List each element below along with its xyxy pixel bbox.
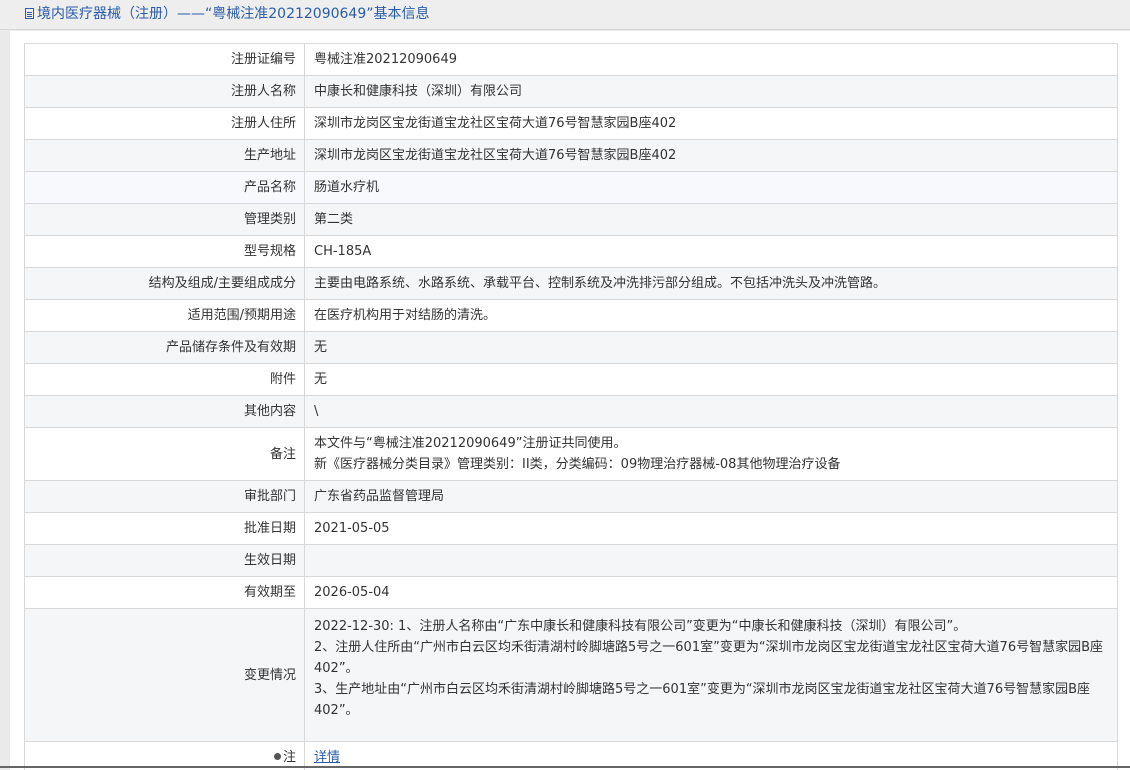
row-value: 2022-12-30: 1、注册人名称由“广东中康长和健康科技有限公司”变更为“… (304, 608, 1118, 742)
row-label: 变更情况 (24, 608, 305, 742)
row-value: 粤械注准20212090649 (304, 43, 1118, 76)
page-title-text: 境内医疗器械（注册）——“粤械注准20212090649”基本信息 (37, 6, 430, 22)
details-link[interactable]: 详情 (314, 750, 340, 765)
row-label: 结构及组成/主要组成成分 (24, 267, 305, 300)
row-value (304, 544, 1118, 577)
table-row-attachment: 附件 无 (24, 363, 1118, 396)
table-row-approval-dept: 审批部门 广东省药品监督管理局 (24, 480, 1118, 513)
row-value: 2021-05-05 (304, 512, 1118, 545)
table-row-registrant-name: 注册人名称 中康长和健康科技（深圳）有限公司 (24, 75, 1118, 108)
page-title: 境内医疗器械（注册）——“粤械注准20212090649”基本信息 (25, 5, 429, 23)
row-label: 有效期至 (24, 576, 305, 609)
row-value: 无 (304, 331, 1118, 364)
row-label: 产品名称 (24, 171, 305, 204)
info-panel: 注册证编号 粤械注准20212090649 注册人名称 中康长和健康科技（深圳）… (10, 31, 1130, 770)
table-row-intended-use: 适用范围/预期用途 在医疗机构用于对结肠的清洗。 (24, 299, 1118, 332)
table-row-effective-date: 生效日期 (24, 544, 1118, 577)
row-label: 产品储存条件及有效期 (24, 331, 305, 364)
table-row-approval-date: 批准日期 2021-05-05 (24, 512, 1118, 545)
remark-line: 新《医疗器械分类目录》管理类别：II类，分类编码：09物理治疗器械-08其他物理… (314, 457, 841, 472)
row-value: 在医疗机构用于对结肠的清洗。 (304, 299, 1118, 332)
change-line: 2、注册人住所由“广州市白云区均禾街清湖村岭脚塘路5号之一601室”变更为“深圳… (314, 640, 1104, 676)
bottom-divider (0, 766, 1130, 768)
table-row-product-name: 产品名称 肠道水疗机 (24, 171, 1118, 204)
table-row-other: 其他内容 \ (24, 395, 1118, 428)
row-label: 备注 (24, 427, 305, 481)
row-label: 附件 (24, 363, 305, 396)
remark-line: 本文件与“粤械注准20212090649”注册证共同使用。 (314, 436, 627, 451)
info-table: 注册证编号 粤械注准20212090649 注册人名称 中康长和健康科技（深圳）… (24, 43, 1118, 770)
row-value: CH-185A (304, 235, 1118, 268)
document-icon (25, 8, 34, 19)
row-value: \ (304, 395, 1118, 428)
table-row-structure: 结构及组成/主要组成成分 主要由电路系统、水路系统、承载平台、控制系统及冲洗排污… (24, 267, 1118, 300)
table-row-storage: 产品储存条件及有效期 无 (24, 331, 1118, 364)
row-label: 适用范围/预期用途 (24, 299, 305, 332)
table-row-changes: 变更情况 2022-12-30: 1、注册人名称由“广东中康长和健康科技有限公司… (24, 608, 1118, 742)
row-value: 深圳市龙岗区宝龙街道宝龙社区宝荷大道76号智慧家园B座402 (304, 107, 1118, 140)
table-row-reg-no: 注册证编号 粤械注准20212090649 (24, 43, 1118, 76)
row-value: 本文件与“粤械注准20212090649”注册证共同使用。 新《医疗器械分类目录… (304, 427, 1118, 481)
change-line: 2022-12-30: 1、注册人名称由“广东中康长和健康科技有限公司”变更为“… (314, 619, 967, 634)
table-row-management-class: 管理类别 第二类 (24, 203, 1118, 236)
table-row-remarks: 备注 本文件与“粤械注准20212090649”注册证共同使用。 新《医疗器械分… (24, 427, 1118, 481)
row-label: 批准日期 (24, 512, 305, 545)
row-label: 其他内容 (24, 395, 305, 428)
row-value: 深圳市龙岗区宝龙街道宝龙社区宝荷大道76号智慧家园B座402 (304, 139, 1118, 172)
row-value: 2026-05-04 (304, 576, 1118, 609)
dot-icon (273, 753, 281, 760)
change-line: 3、生产地址由“广州市白云区均禾街清湖村岭脚塘路5号之一601室”变更为“深圳市… (314, 682, 1091, 718)
row-label: 注册人名称 (24, 75, 305, 108)
row-value: 肠道水疗机 (304, 171, 1118, 204)
row-value: 无 (304, 363, 1118, 396)
row-label: 审批部门 (24, 480, 305, 513)
row-value: 广东省药品监督管理局 (304, 480, 1118, 513)
row-value: 主要由电路系统、水路系统、承载平台、控制系统及冲洗排污部分组成。不包括冲洗头及冲… (304, 267, 1118, 300)
table-row-registrant-address: 注册人住所 深圳市龙岗区宝龙街道宝龙社区宝荷大道76号智慧家园B座402 (24, 107, 1118, 140)
table-row-production-address: 生产地址 深圳市龙岗区宝龙街道宝龙社区宝荷大道76号智慧家园B座402 (24, 139, 1118, 172)
row-label: 注册证编号 (24, 43, 305, 76)
table-row-valid-until: 有效期至 2026-05-04 (24, 576, 1118, 609)
row-label: 生效日期 (24, 544, 305, 577)
table-row-model-spec: 型号规格 CH-185A (24, 235, 1118, 268)
title-bar: 境内医疗器械（注册）——“粤械注准20212090649”基本信息 (0, 0, 1130, 30)
row-label: 注册人住所 (24, 107, 305, 140)
row-label: 生产地址 (24, 139, 305, 172)
row-value: 第二类 (304, 203, 1118, 236)
row-value: 中康长和健康科技（深圳）有限公司 (304, 75, 1118, 108)
row-label: 管理类别 (24, 203, 305, 236)
row-label: 型号规格 (24, 235, 305, 268)
note-label: 注 (282, 750, 296, 765)
